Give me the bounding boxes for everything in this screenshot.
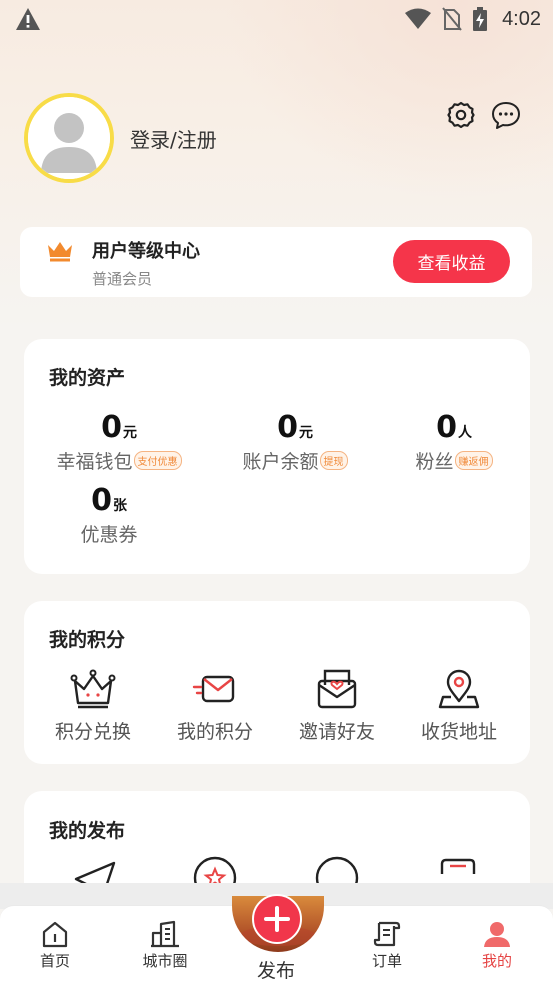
nav-mine[interactable]: 我的	[457, 920, 537, 971]
no-sim-icon	[442, 7, 462, 31]
user-icon	[484, 922, 510, 947]
asset-unit: 元	[298, 425, 313, 441]
asset-label: 粉丝	[415, 451, 454, 473]
status-bar: 4:02	[0, 0, 553, 40]
asset-value: 0	[277, 410, 298, 445]
shipping-address-item[interactable]: 收货地址	[399, 667, 519, 744]
crown-outline-icon	[70, 669, 116, 709]
login-register-link[interactable]: 登录/注册	[130, 124, 217, 153]
asset-tag: 赚返佣	[454, 451, 493, 470]
asset-item-coupons[interactable]: 0张 优惠券	[34, 484, 184, 547]
asset-item-wallet[interactable]: 0元 幸福钱包 支付优惠	[44, 411, 194, 474]
asset-label: 优惠券	[80, 524, 138, 546]
asset-value: 0	[91, 483, 112, 518]
home-icon	[42, 921, 68, 948]
feature-label: 邀请好友	[298, 721, 375, 743]
view-earnings-button[interactable]: 查看收益	[393, 240, 510, 283]
fast-mail-icon	[192, 675, 235, 703]
nav-city-circle[interactable]: 城市圈	[125, 920, 205, 971]
publish-button[interactable]	[252, 894, 302, 944]
avatar[interactable]	[24, 93, 114, 183]
gear-icon[interactable]	[446, 100, 476, 130]
publish-title: 我的发布	[49, 820, 126, 842]
asset-unit: 元	[122, 425, 137, 441]
feature-label: 我的积分	[176, 721, 253, 743]
asset-unit: 人	[457, 425, 472, 441]
asset-item-balance[interactable]: 0元 账户余额 提现	[220, 411, 370, 474]
asset-value: 0	[436, 410, 457, 445]
default-avatar-icon	[28, 97, 110, 179]
location-pin-icon	[438, 669, 480, 709]
order-scroll-icon	[373, 921, 401, 947]
asset-label: 幸福钱包	[56, 451, 133, 473]
message-icon[interactable]	[490, 100, 522, 130]
warning-icon	[16, 8, 40, 30]
nav-label: 城市圈	[142, 952, 188, 970]
heart-envelope-icon	[317, 669, 357, 709]
asset-label: 账户余额	[242, 451, 319, 473]
member-level-text: 普通会员	[92, 270, 153, 288]
nav-orders[interactable]: 订单	[347, 920, 427, 971]
my-assets-card: 我的资产 0元 幸福钱包 支付优惠 0元 账户余额 提现 0人 粉丝 赚返佣 0张 优…	[24, 339, 530, 574]
assets-title: 我的资产	[49, 367, 126, 389]
wifi-icon	[405, 8, 432, 29]
level-center-title: 用户等级中心	[92, 241, 200, 262]
asset-item-fans[interactable]: 0人 粉丝 赚返佣	[379, 411, 529, 474]
nav-publish-label[interactable]: 发布	[236, 956, 316, 983]
nav-label: 我的	[481, 952, 512, 970]
nav-label: 订单	[371, 952, 402, 970]
points-title: 我的积分	[49, 629, 126, 651]
invite-friends-item[interactable]: 邀请好友	[277, 667, 397, 744]
asset-tag: 提现	[319, 451, 348, 470]
crown-icon	[48, 242, 72, 262]
asset-tag: 支付优惠	[133, 451, 182, 470]
feature-label: 积分兑换	[54, 721, 131, 743]
asset-unit: 张	[112, 498, 127, 514]
my-points-item[interactable]: 我的积分	[155, 667, 275, 744]
my-points-card: 我的积分 积分兑换 我的积分 邀请好友 收货地址	[24, 601, 530, 764]
battery-charging-icon	[473, 7, 488, 31]
user-level-card[interactable]: 用户等级中心 普通会员 查看收益	[20, 227, 532, 297]
nav-label: 首页	[39, 952, 70, 970]
clock-time: 4:02	[502, 7, 541, 30]
plus-icon	[264, 906, 290, 932]
asset-value: 0	[101, 410, 122, 445]
city-building-icon	[151, 920, 179, 948]
bottom-navigation: 首页 城市圈 发布 订单 我的	[0, 894, 553, 983]
points-exchange-item[interactable]: 积分兑换	[33, 667, 153, 744]
nav-home[interactable]: 首页	[15, 920, 95, 971]
feature-label: 收货地址	[420, 721, 497, 743]
